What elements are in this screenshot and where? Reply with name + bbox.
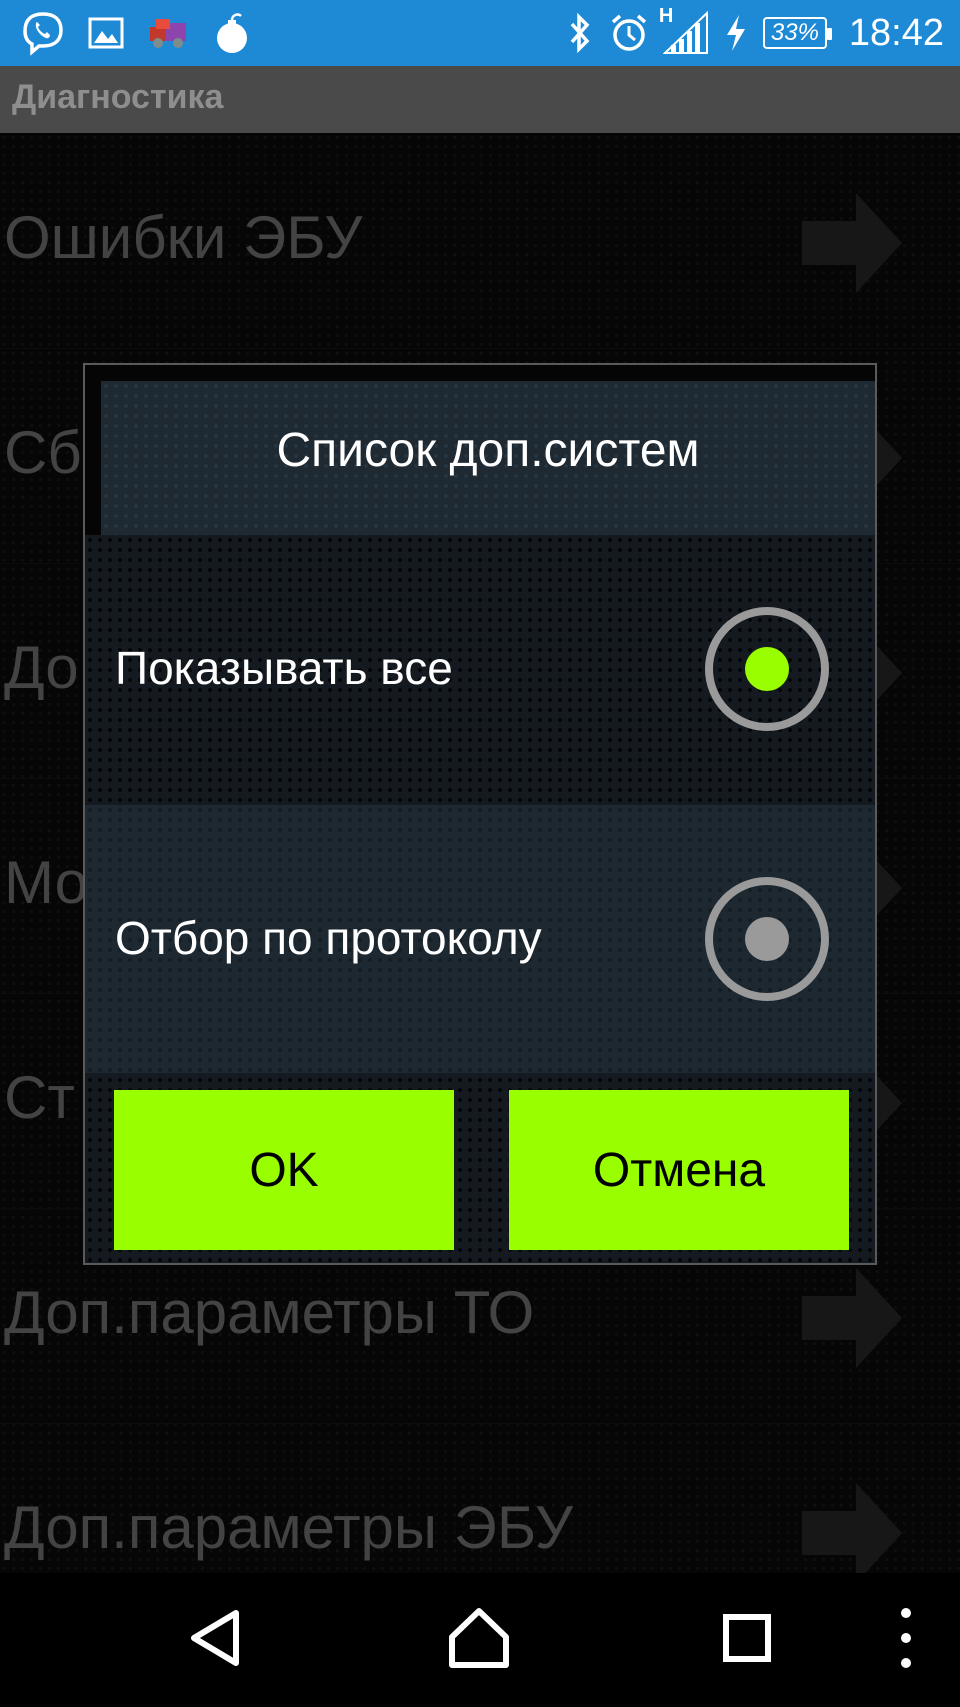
bomb-icon	[214, 10, 250, 56]
option-label: Отбор по протоколу	[115, 912, 542, 964]
car-app-icon	[146, 15, 192, 51]
option-filter-by-protocol[interactable]: Отбор по протоколу	[85, 805, 875, 1073]
dialog-header: Список доп.систем	[101, 381, 875, 535]
radio-button-filter-by-protocol[interactable]	[705, 877, 829, 1001]
signal-icon: H	[659, 5, 709, 55]
status-bar: H 33% 18:42	[0, 0, 960, 66]
charging-icon	[723, 13, 749, 53]
back-icon[interactable]	[180, 1603, 250, 1673]
home-icon[interactable]	[444, 1603, 514, 1673]
navigation-bar	[0, 1573, 960, 1707]
systems-list-dialog: Список доп.систем Показывать все Отбор п…	[83, 363, 877, 1265]
clock: 18:42	[848, 11, 944, 54]
option-label: Показывать все	[115, 642, 453, 694]
system-icons: H 33% 18:42	[565, 5, 944, 58]
app-bar: Диагностика	[0, 66, 960, 133]
recents-icon[interactable]	[712, 1603, 782, 1673]
bluetooth-icon	[565, 13, 595, 53]
gallery-icon	[88, 17, 124, 49]
battery-indicator: 33%	[762, 17, 832, 49]
radio-button-show-all[interactable]	[705, 607, 829, 731]
page-title: Диагностика	[12, 78, 224, 116]
radio-unselected-dot	[745, 917, 789, 961]
alarm-icon	[609, 13, 649, 53]
notification-icons	[20, 8, 250, 58]
dialog-title: Список доп.систем	[276, 424, 700, 477]
network-type-label: H	[658, 5, 674, 27]
cancel-button[interactable]: Отмена	[509, 1090, 849, 1250]
radio-selected-dot	[745, 647, 789, 691]
viber-icon	[20, 10, 66, 56]
ok-button[interactable]: OK	[114, 1090, 454, 1250]
option-show-all[interactable]: Показывать все	[85, 535, 875, 803]
overflow-menu-icon[interactable]	[886, 1603, 926, 1673]
